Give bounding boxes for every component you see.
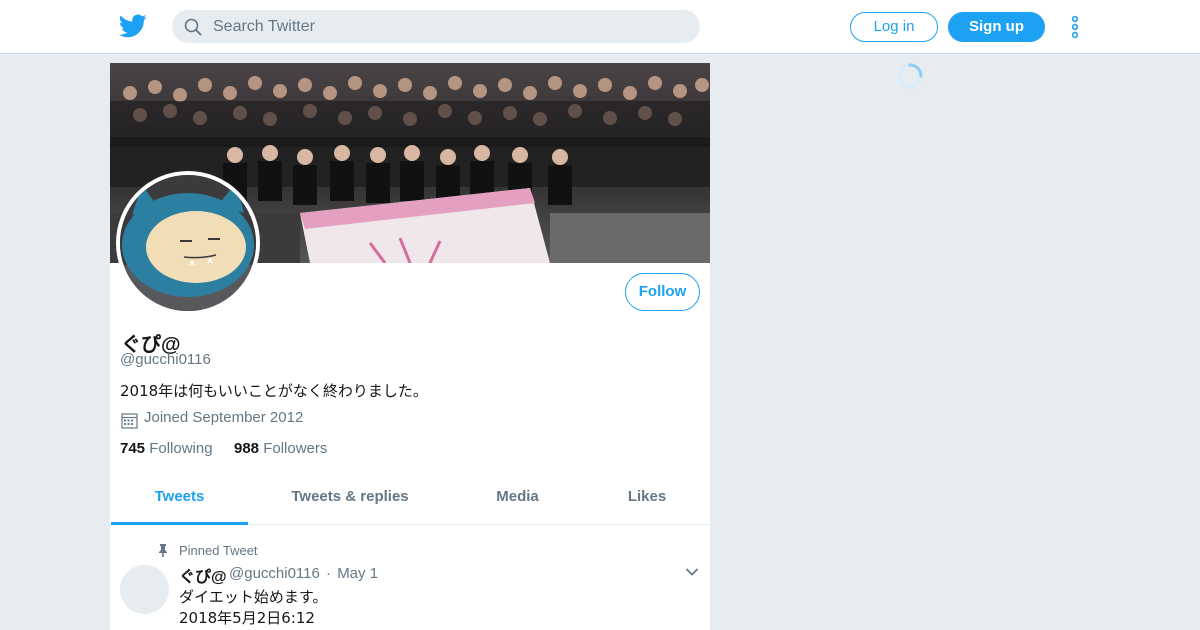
tweet-date[interactable]: May 1 (337, 565, 378, 582)
search-placeholder: Search Twitter (213, 18, 315, 35)
login-button[interactable]: Log in (850, 12, 938, 42)
followers-stat[interactable]: 988 Followers (234, 440, 327, 457)
top-navigation-bar: Search Twitter Log in Sign up (0, 0, 1200, 54)
tweet-author-name[interactable]: ぐぴ@ (179, 563, 227, 587)
calendar-icon (121, 413, 138, 429)
tab-tweets-replies[interactable]: Tweets & replies (275, 468, 425, 525)
tab-media[interactable]: Media (480, 468, 555, 525)
following-label: Following (149, 440, 213, 457)
joined-date: Joined September 2012 (144, 409, 304, 426)
loading-spinner-icon (897, 63, 923, 89)
tweet-author-handle[interactable]: @gucchi0116 (229, 565, 320, 582)
profile-bio: 2018年は何もいいことがなく終わりました。 (120, 382, 428, 400)
signup-button[interactable]: Sign up (948, 12, 1045, 42)
chevron-down-icon[interactable] (685, 567, 699, 577)
pinned-label: Pinned Tweet (179, 543, 258, 558)
more-vertical-icon[interactable] (1068, 14, 1082, 40)
pin-icon (159, 544, 167, 557)
follow-button[interactable]: Follow (625, 273, 700, 311)
profile-tabs: Tweets Tweets & replies Media Likes (110, 468, 710, 525)
following-count: 745 (120, 440, 146, 457)
tweet-text-line1: ダイエット始めます。 (179, 588, 328, 606)
tab-likes[interactable]: Likes (615, 468, 679, 525)
followers-label: Followers (263, 440, 328, 457)
search-icon (184, 18, 202, 36)
tweet-text-line2: 2018年5月2日6:12 (179, 609, 315, 627)
plush-avatar[interactable] (116, 171, 260, 315)
tweet-meta: @gucchi0116 · May 1 (229, 565, 378, 582)
profile-card: Follow ぐぴ@ @gucchi0116 2018年は何もいいことがなく終わ… (110, 63, 710, 630)
following-stat[interactable]: 745 Following (120, 440, 213, 457)
avatar-image (120, 175, 256, 311)
tweet-avatar[interactable] (120, 565, 169, 614)
tweet-separator: · (326, 565, 332, 582)
search-input[interactable]: Search Twitter (172, 10, 700, 43)
twitter-bird-icon[interactable] (119, 13, 147, 39)
tab-tweets[interactable]: Tweets (111, 468, 248, 525)
followers-count: 988 (234, 440, 260, 457)
user-handle[interactable]: @gucchi0116 (120, 351, 211, 368)
